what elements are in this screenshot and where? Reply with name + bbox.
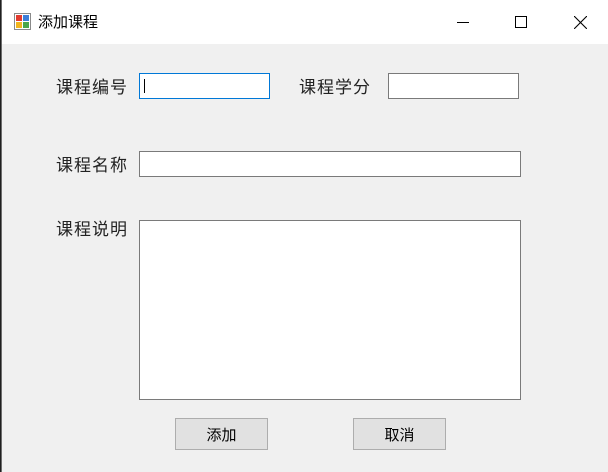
course-id-input[interactable]	[139, 73, 270, 99]
window-title: 添加课程	[38, 13, 99, 31]
cancel-button[interactable]: 取消	[353, 418, 446, 450]
credit-input[interactable]	[388, 73, 519, 99]
description-label: 课程说明	[56, 220, 128, 240]
course-name-input[interactable]	[139, 151, 521, 177]
course-id-label: 课程编号	[56, 78, 128, 98]
credit-label: 课程学分	[299, 78, 371, 98]
close-icon	[573, 15, 587, 29]
maximize-icon	[515, 16, 527, 28]
text-caret	[144, 79, 145, 93]
title-bar[interactable]: 添加课程	[2, 0, 608, 44]
minimize-button[interactable]	[434, 0, 492, 44]
minimize-icon	[457, 22, 469, 23]
add-button[interactable]: 添加	[175, 418, 268, 450]
maximize-button[interactable]	[492, 0, 550, 44]
description-textarea[interactable]	[139, 220, 521, 400]
course-name-label: 课程名称	[56, 156, 128, 176]
close-button[interactable]	[551, 0, 608, 44]
add-course-window: 添加课程 课程编号 课程学分 课程名称 课程说明 添加 取消	[1, 0, 608, 472]
app-form-icon	[14, 13, 31, 30]
